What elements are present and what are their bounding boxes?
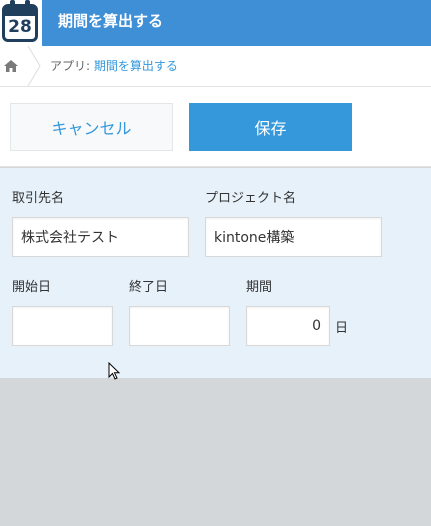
record-toolbar: キャンセル 保存 [0,87,431,167]
app-icon: 28 [0,0,42,46]
start-date-field[interactable] [12,306,113,346]
cancel-button[interactable]: キャンセル [10,103,173,151]
breadcrumb: アプリ: 期間を算出する [0,46,431,87]
breadcrumb-path: アプリ: 期間を算出する [50,58,178,74]
app-title: 期間を算出する [58,12,164,30]
project-name-label: プロジェクト名 [205,191,297,206]
calendar-icon-number: 28 [8,17,32,37]
end-date-field[interactable] [129,306,230,346]
breadcrumb-prefix: アプリ: [50,59,94,73]
calendar-icon: 28 [2,0,38,42]
period-unit: 日 [335,321,349,336]
client-name-label: 取引先名 [12,191,65,206]
save-button[interactable]: 保存 [189,103,352,151]
mouse-cursor-icon [108,362,121,380]
start-date-label: 開始日 [12,280,52,295]
end-date-label: 終了日 [129,280,169,295]
home-icon[interactable] [4,60,18,72]
breadcrumb-separator-icon [27,46,41,86]
breadcrumb-app-link[interactable]: 期間を算出する [94,59,178,73]
project-name-field[interactable]: kintone構築 [205,217,382,257]
app-header: 28 期間を算出する [0,0,431,46]
client-name-field[interactable]: 株式会社テスト [12,217,189,257]
period-label: 期間 [246,280,273,295]
record-form: 取引先名 株式会社テスト プロジェクト名 kintone構築 開始日 終了日 期… [0,168,431,378]
period-field[interactable]: 0 [246,306,330,346]
